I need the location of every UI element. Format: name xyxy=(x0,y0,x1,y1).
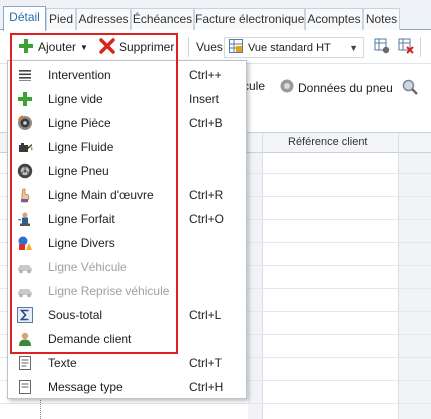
menu-item-shortcut: Ctrl++ xyxy=(189,68,222,82)
delete-button[interactable]: Supprimer xyxy=(95,35,178,59)
grid-column-line xyxy=(398,133,399,419)
list-icon xyxy=(17,67,33,83)
menu-item-label: Ligne Fluide xyxy=(48,140,114,154)
menu-item-intervention[interactable]: Intervention Ctrl++ xyxy=(8,63,246,87)
tab-facture-electronique[interactable]: Facture électronique xyxy=(194,8,305,30)
menu-item-shortcut: Ctrl+R xyxy=(189,188,224,202)
menu-item-label: Message type xyxy=(48,380,123,394)
toolbar-separator xyxy=(420,37,421,57)
text-icon xyxy=(17,355,33,371)
menu-item-label: Ligne Reprise véhicule xyxy=(48,284,170,298)
menu-item-ligne-vide[interactable]: Ligne vide Insert xyxy=(8,87,246,111)
tab-echeances[interactable]: Échéances xyxy=(131,8,194,30)
tab-bar: Détail Pied Adresses Échéances Facture é… xyxy=(0,0,431,31)
menu-item-shortcut: Insert xyxy=(189,92,220,106)
chevron-down-icon: ▼ xyxy=(80,42,88,52)
grid-column-line xyxy=(262,133,263,419)
tab-acomptes[interactable]: Acomptes xyxy=(305,8,363,30)
shapes-icon xyxy=(17,235,33,251)
menu-item-label: Ligne Véhicule xyxy=(48,260,127,274)
close-icon xyxy=(99,37,115,57)
menu-item-ligne-forfait[interactable]: Ligne Forfait Ctrl+O xyxy=(8,207,246,231)
menu-item-sous-total[interactable]: Sous-total Ctrl+L xyxy=(8,303,246,327)
menu-item-label: Ligne vide xyxy=(48,92,103,106)
tab-notes[interactable]: Notes xyxy=(363,8,400,30)
menu-item-label: Ligne Forfait xyxy=(48,212,115,226)
menu-item-label: Demande client xyxy=(48,332,132,346)
menu-item-message-type[interactable]: Message type Ctrl+H xyxy=(8,375,246,399)
menu-item-label: Ligne Main d'œuvre xyxy=(48,188,154,202)
tire-icon xyxy=(17,163,33,179)
menu-item-demande-client[interactable]: Demande client xyxy=(8,327,246,351)
toolbar-separator xyxy=(188,37,189,57)
menu-item-label: Sous-total xyxy=(48,308,103,322)
tab-detail[interactable]: Détail xyxy=(3,6,46,31)
menu-item-ligne-reprise-vehicule: Ligne Reprise véhicule xyxy=(8,279,246,303)
menu-item-label: Ligne Pièce xyxy=(48,116,111,130)
plus-icon xyxy=(18,38,34,57)
person-icon xyxy=(17,331,33,347)
tab-pied[interactable]: Pied xyxy=(46,8,76,30)
tab-adresses[interactable]: Adresses xyxy=(76,8,131,30)
menu-item-label: Intervention xyxy=(48,68,111,82)
delete-button-label: Supprimer xyxy=(119,40,175,54)
grid-view-icon xyxy=(229,39,243,56)
hand-icon xyxy=(17,187,33,203)
car-icon xyxy=(17,259,33,275)
plus-icon xyxy=(17,91,33,107)
column-header-reference-client[interactable]: Référence client xyxy=(288,136,368,148)
menu-item-ligne-piece[interactable]: Ligne Pièce Ctrl+B xyxy=(8,111,246,135)
grid-row-line xyxy=(0,403,431,404)
search-icon xyxy=(402,79,418,98)
view-select-value: Vue standard HT xyxy=(248,41,331,54)
menu-item-shortcut: Ctrl+B xyxy=(189,116,223,130)
menu-item-ligne-pneu[interactable]: Ligne Pneu xyxy=(8,159,246,183)
tire-data-button[interactable]: Données du pneu xyxy=(280,79,393,96)
tire-data-label: Données du pneu xyxy=(298,80,393,95)
tire-icon xyxy=(280,79,294,96)
add-button[interactable]: Ajouter ▼ xyxy=(14,35,92,59)
menu-item-shortcut: Ctrl+L xyxy=(189,308,222,322)
view-select[interactable]: Vue standard HT ▼ xyxy=(224,37,364,58)
brake-disc-icon xyxy=(17,115,33,131)
menu-item-shortcut: Ctrl+H xyxy=(189,380,224,394)
views-label-text: Vues xyxy=(196,40,223,54)
menu-item-label: Ligne Divers xyxy=(48,236,115,250)
menu-item-shortcut: Ctrl+O xyxy=(189,212,225,226)
menu-item-ligne-vehicule: Ligne Véhicule xyxy=(8,255,246,279)
message-icon xyxy=(17,379,33,395)
add-button-label: Ajouter xyxy=(38,40,77,54)
menu-item-ligne-main-oeuvre[interactable]: Ligne Main d'œuvre Ctrl+R xyxy=(8,183,246,207)
oil-can-icon xyxy=(17,139,33,155)
menu-item-label: Ligne Pneu xyxy=(48,164,109,178)
table-delete-icon xyxy=(398,38,414,57)
menu-item-ligne-fluide[interactable]: Ligne Fluide xyxy=(8,135,246,159)
car-return-icon xyxy=(17,283,33,299)
menu-item-shortcut: Ctrl+T xyxy=(189,356,222,370)
menu-item-texte[interactable]: Texte Ctrl+T xyxy=(8,351,246,375)
add-line-menu: Intervention Ctrl++ Ligne vide Insert Li… xyxy=(7,60,247,399)
mechanic-icon xyxy=(17,211,33,227)
menu-item-ligne-divers[interactable]: Ligne Divers xyxy=(8,231,246,255)
menu-item-label: Texte xyxy=(48,356,77,370)
table-settings-icon xyxy=(374,38,390,57)
search-button[interactable] xyxy=(402,79,418,98)
views-label: Vues xyxy=(192,35,227,59)
view-settings-button[interactable] xyxy=(370,35,394,59)
sigma-icon xyxy=(17,307,33,323)
view-delete-button[interactable] xyxy=(394,35,418,59)
chevron-down-icon: ▼ xyxy=(349,43,358,53)
